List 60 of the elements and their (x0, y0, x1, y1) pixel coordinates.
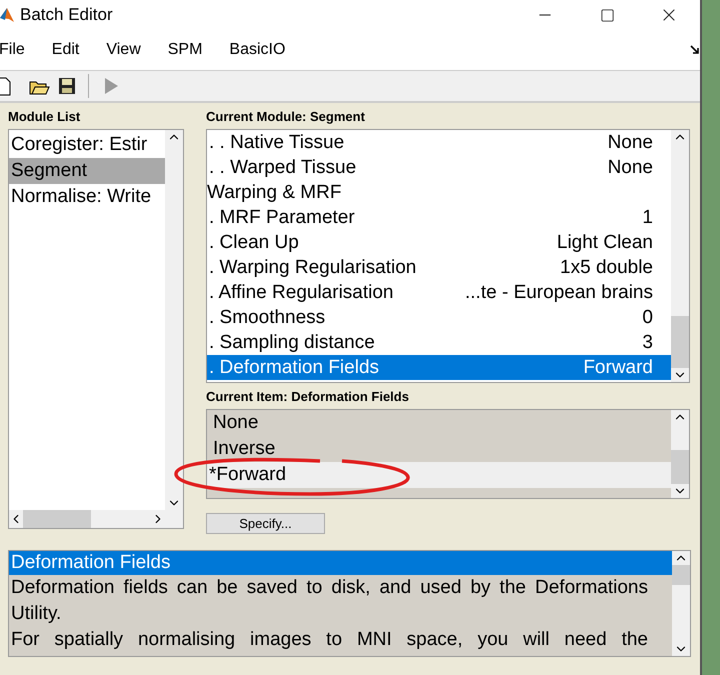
setting-name: . Affine Regularisation (209, 282, 394, 304)
setting-name: . . Warped Tissue (209, 156, 356, 178)
section-row[interactable]: Warping & MRF (207, 180, 671, 205)
menu-item[interactable]: SPM (168, 41, 202, 59)
menu-item[interactable]: File (0, 41, 25, 59)
setting-name: . . Native Tissue (209, 132, 344, 154)
maximize-icon[interactable] (600, 8, 614, 22)
current-module-label: Current Module: Segment (206, 109, 366, 125)
scrollbar[interactable] (671, 130, 689, 382)
setting-name: . Sampling distance (209, 332, 375, 354)
setting-row[interactable]: . Deformation Fields Forward (207, 355, 671, 380)
menu-item[interactable]: View (106, 41, 141, 59)
setting-name: . MRF Parameter (209, 206, 355, 228)
help-title: Deformation Fields (9, 551, 672, 575)
menu-item[interactable]: BasicIO (229, 41, 286, 59)
module-item[interactable]: Coregister: Estir (9, 132, 165, 158)
setting-row[interactable]: . Warping Regularisation 1x5 double (207, 255, 671, 280)
setting-row[interactable]: . Affine Regularisation ...te - European brains (207, 280, 671, 305)
option-item[interactable]: Inverse (207, 436, 671, 462)
setting-value: None (608, 132, 653, 154)
scrollbar[interactable] (165, 130, 183, 510)
module-item[interactable]: Segment (9, 158, 165, 184)
setting-value: 1x5 double (560, 256, 653, 278)
help-paragraph: Deformation fields can be saved to disk, and used by the Deformations Utility. (10, 576, 649, 626)
module-list-label: Module List (8, 109, 82, 125)
setting-value: 1 (642, 206, 653, 228)
current-item-label: Current Item: Deformation Fields (206, 389, 410, 405)
setting-value: Forward (583, 356, 653, 378)
setting-name: . Smoothness (209, 306, 326, 328)
setting-row[interactable]: . . Native Tissue None (207, 130, 671, 155)
dock-arrow-icon[interactable] (690, 45, 700, 55)
setting-row[interactable]: . Clean Up Light Clean (207, 230, 671, 255)
scroll-thumb[interactable] (672, 565, 690, 585)
setting-value: ...te - European brains (465, 282, 653, 304)
setting-row[interactable]: . MRF Parameter 1 (207, 205, 671, 230)
scroll-thumb[interactable] (671, 316, 689, 368)
option-item[interactable]: None (207, 410, 671, 436)
specify-button[interactable]: Specify... (206, 513, 325, 534)
setting-value: 0 (642, 306, 653, 328)
scrollbar[interactable] (671, 410, 689, 498)
scroll-thumb[interactable] (23, 510, 91, 528)
setting-row[interactable]: . . Warped Tissue None (207, 155, 671, 180)
setting-value: 3 (642, 332, 653, 354)
help-paragraph: For spatially normalising images to MNI space, you will need the (10, 628, 649, 652)
setting-name: . Clean Up (209, 232, 299, 254)
setting-name: . Warping Regularisation (209, 256, 416, 278)
save-icon[interactable] (56, 75, 78, 97)
horizontal-scrollbar[interactable] (9, 510, 183, 528)
window-title: Batch Editor (20, 5, 114, 25)
scroll-thumb[interactable] (671, 450, 689, 484)
setting-value: Light Clean (556, 232, 653, 254)
module-item[interactable]: Normalise: Write (9, 184, 165, 210)
setting-row[interactable]: . Sampling distance 3 (207, 330, 671, 355)
scrollbar[interactable] (672, 551, 690, 656)
menu-item[interactable]: Edit (52, 41, 80, 59)
setting-row[interactable]: . Smoothness 0 (207, 305, 671, 330)
option-item[interactable]: *Forward (207, 462, 671, 488)
setting-name: . Deformation Fields (209, 356, 380, 378)
setting-name: Warping & MRF (207, 182, 342, 204)
setting-value: None (608, 156, 653, 178)
